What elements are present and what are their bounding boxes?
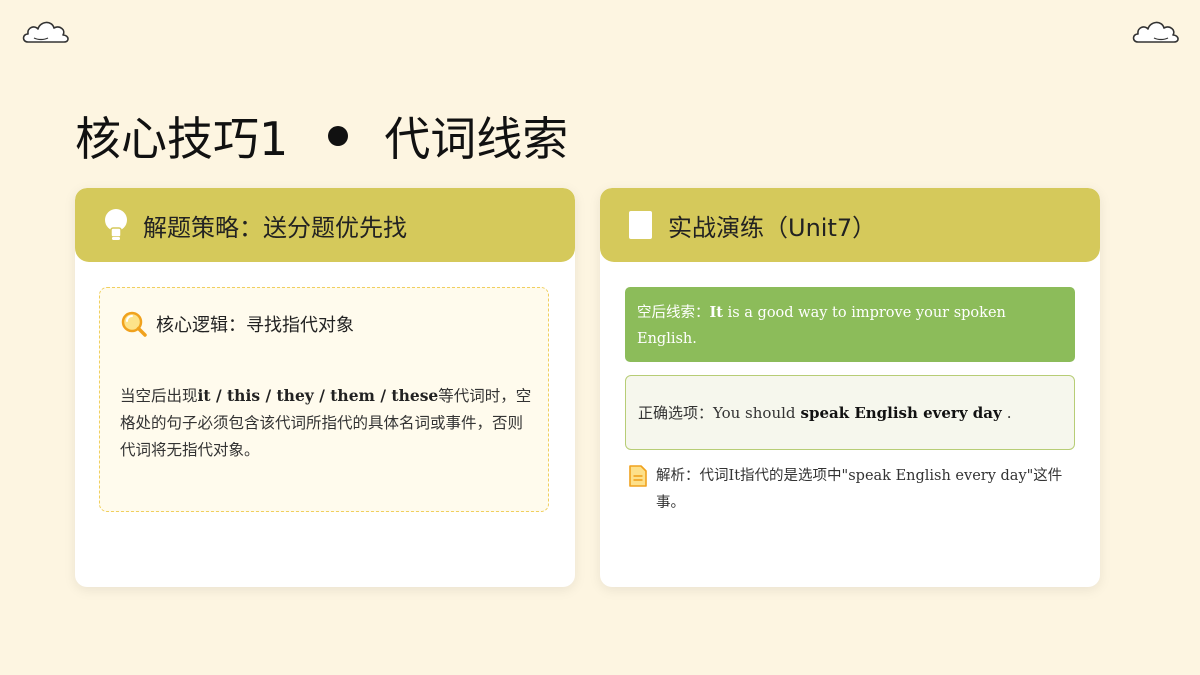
core-logic-heading: 核心逻辑：寻找指代对象	[120, 310, 354, 338]
document-icon	[628, 208, 654, 242]
title-sub: 代词线索	[384, 112, 569, 166]
answer-end: .	[1006, 403, 1012, 422]
strategy-card-header: 解题策略：送分题优先找	[75, 188, 575, 262]
answer-label: 正确选项：You should	[638, 404, 796, 422]
logic-text-prefix: 当空后出现	[120, 387, 198, 405]
title-separator-dot	[328, 126, 349, 146]
strategy-card: 解题策略：送分题优先找 核心逻辑：寻找指代对象 当空后出现it / this /…	[75, 188, 575, 587]
core-logic-box: 核心逻辑：寻找指代对象 当空后出现it / this / they / them…	[99, 287, 549, 512]
analysis-text: 解析：代词It指代的是选项中"speak English every day"这…	[656, 468, 1063, 511]
core-logic-text: 当空后出现it / this / they / them / these等代词时…	[120, 382, 532, 464]
practice-card-title: 实战演练（Unit7）	[668, 213, 877, 242]
clue-pronoun: It	[709, 304, 723, 321]
cloud-icon	[1132, 21, 1179, 43]
logic-pronouns: it / this / they / them / these	[197, 386, 439, 405]
core-logic-title: 核心逻辑：寻找指代对象	[156, 315, 354, 336]
analysis-block: 解析：代词It指代的是选项中"speak English every day"这…	[628, 463, 1076, 517]
magnifier-icon	[121, 311, 147, 337]
clue-box: 空后线索：It is a good way to improve your sp…	[625, 287, 1075, 362]
lightbulb-icon	[103, 208, 129, 242]
clue-label: 空后线索：	[637, 305, 710, 321]
title-main: 核心技巧1	[75, 112, 289, 166]
page-title: 核心技巧1 代词线索	[75, 106, 568, 166]
note-icon	[629, 465, 647, 487]
answer-phrase: speak English every day	[800, 403, 1002, 422]
strategy-card-title: 解题策略：送分题优先找	[143, 213, 407, 242]
practice-card-header: 实战演练（Unit7）	[600, 188, 1100, 262]
practice-card: 实战演练（Unit7） 空后线索：It is a good way to imp…	[600, 188, 1100, 587]
answer-box: 正确选项：You should speak English every day.	[625, 375, 1075, 450]
cloud-icon	[22, 21, 69, 43]
